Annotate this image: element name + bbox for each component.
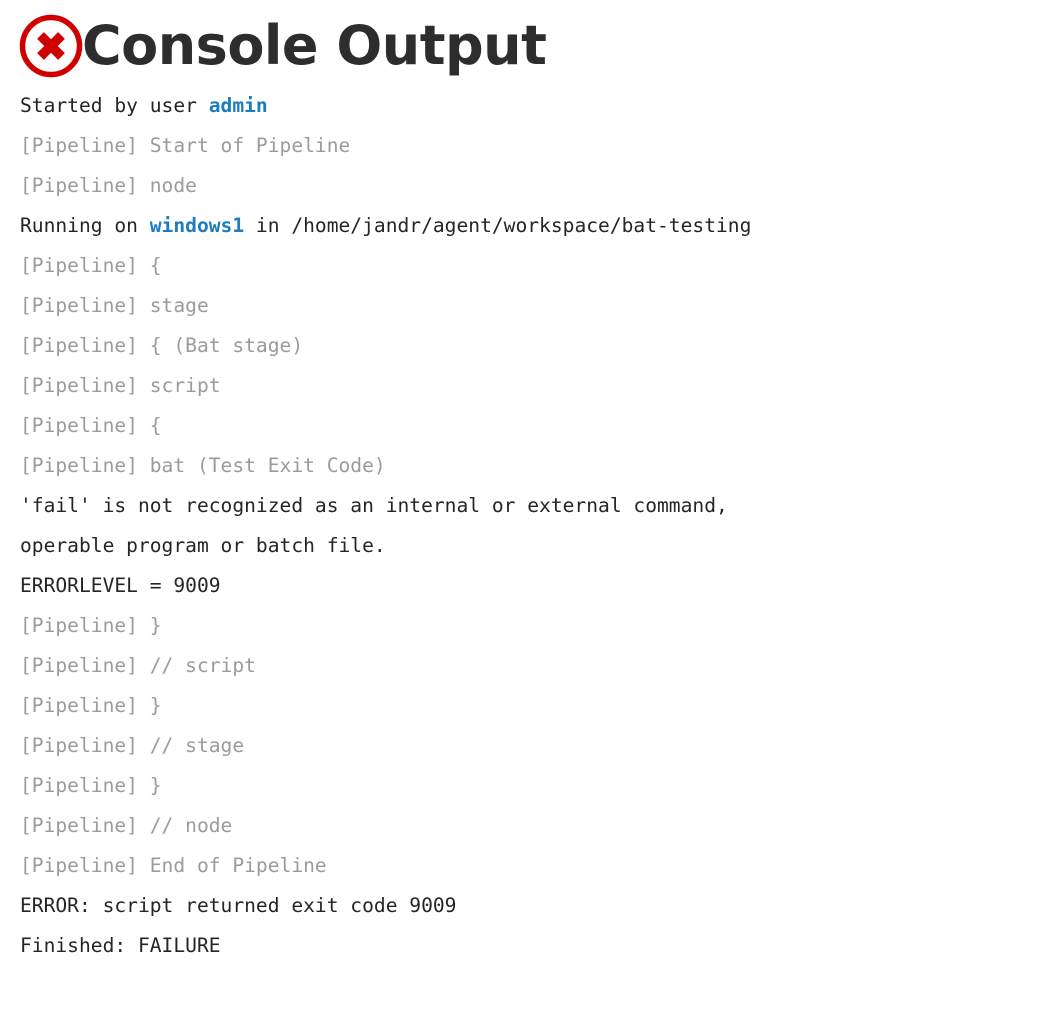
console-link[interactable]: admin (209, 94, 268, 117)
console-text: 'fail' is not recognized as an internal … (20, 494, 728, 517)
console-text: [Pipeline] stage (20, 294, 209, 317)
console-text: Started by user (20, 94, 209, 117)
console-line: Started by user admin (20, 86, 1040, 126)
console-line: [Pipeline] // script (20, 646, 1040, 686)
console-text: [Pipeline] Start of Pipeline (20, 134, 351, 157)
console-line: Finished: FAILURE (20, 926, 1040, 966)
page-title: Console Output (82, 14, 547, 77)
console-text: [Pipeline] } (20, 694, 162, 717)
console-line: 'fail' is not recognized as an internal … (20, 486, 1040, 526)
console-line: [Pipeline] // node (20, 806, 1040, 846)
console-output-header: Console Output (0, 0, 1040, 84)
console-text: [Pipeline] node (20, 174, 197, 197)
console-text: operable program or batch file. (20, 534, 386, 557)
console-text: [Pipeline] } (20, 614, 162, 637)
console-line: [Pipeline] } (20, 686, 1040, 726)
console-log[interactable]: Started by user admin [Pipeline] Start of… (0, 84, 1040, 966)
console-line: [Pipeline] { (20, 246, 1040, 286)
console-text: [Pipeline] bat (Test Exit Code) (20, 454, 386, 477)
console-line: Running on windows1 in /home/jandr/agent… (20, 206, 1040, 246)
console-text: ERROR: script returned exit code 9009 (20, 894, 457, 917)
console-line: [Pipeline] bat (Test Exit Code) (20, 446, 1040, 486)
console-line: [Pipeline] } (20, 766, 1040, 806)
console-text: [Pipeline] { (20, 414, 162, 437)
console-line: [Pipeline] node (20, 166, 1040, 206)
console-line: operable program or batch file. (20, 526, 1040, 566)
console-text: [Pipeline] { (20, 254, 162, 277)
console-text: [Pipeline] // script (20, 654, 256, 677)
console-line: [Pipeline] } (20, 606, 1040, 646)
console-line: [Pipeline] Start of Pipeline (20, 126, 1040, 166)
console-line: ERRORLEVEL = 9009 (20, 566, 1040, 606)
console-text: Finished: FAILURE (20, 934, 221, 957)
console-line: [Pipeline] End of Pipeline (20, 846, 1040, 886)
console-text: in /home/jandr/agent/workspace/bat-testi… (244, 214, 752, 237)
console-text: [Pipeline] { (Bat stage) (20, 334, 304, 357)
console-line: [Pipeline] { (Bat stage) (20, 326, 1040, 366)
console-text: [Pipeline] // node (20, 814, 233, 837)
console-text: [Pipeline] End of Pipeline (20, 854, 327, 877)
console-text: ERRORLEVEL = 9009 (20, 574, 221, 597)
console-text: [Pipeline] } (20, 774, 162, 797)
console-text: [Pipeline] // stage (20, 734, 245, 757)
console-text: Running on (20, 214, 150, 237)
console-line: ERROR: script returned exit code 9009 (20, 886, 1040, 926)
console-line: [Pipeline] { (20, 406, 1040, 446)
console-link[interactable]: windows1 (150, 214, 244, 237)
error-circle-x-icon (19, 14, 83, 78)
console-line: [Pipeline] // stage (20, 726, 1040, 766)
console-text: [Pipeline] script (20, 374, 221, 397)
console-line: [Pipeline] stage (20, 286, 1040, 326)
console-line: [Pipeline] script (20, 366, 1040, 406)
